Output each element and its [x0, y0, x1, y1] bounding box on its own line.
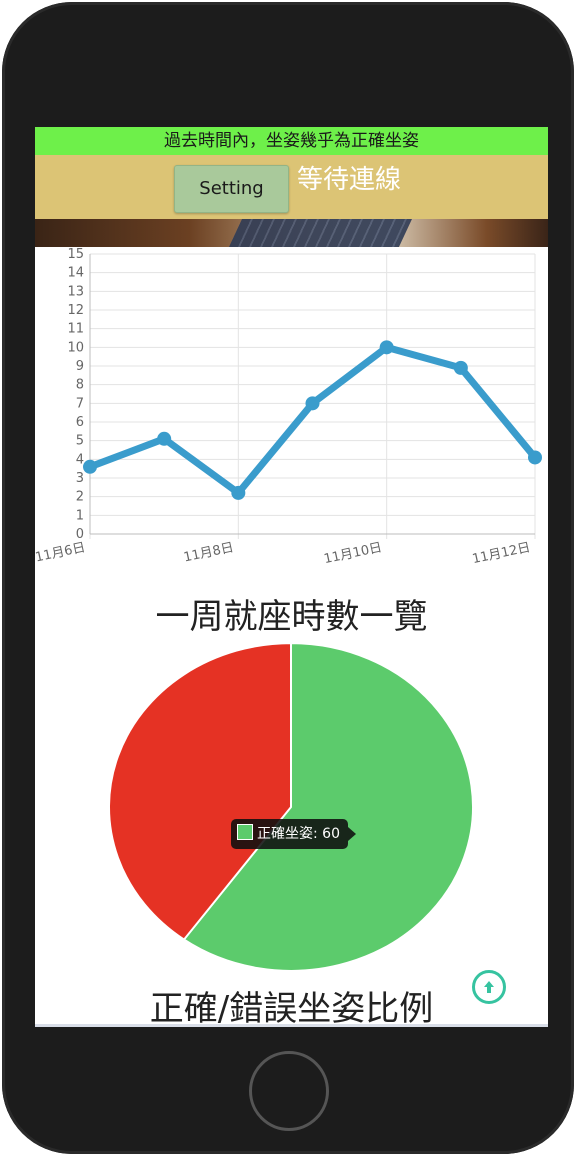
data-point[interactable]: [83, 459, 97, 474]
laptop-keyboard-image: [228, 219, 412, 247]
y-tick-label: 4: [76, 452, 84, 467]
y-tick-label: 12: [67, 303, 84, 318]
data-point[interactable]: [305, 396, 320, 411]
data-point[interactable]: [528, 450, 542, 465]
setting-button[interactable]: Setting: [174, 165, 289, 213]
line-chart: 012345678910111213141511月6日 11月8日 11月10日 11…: [35, 247, 542, 567]
y-tick-label: 7: [76, 396, 84, 411]
header-photo: [35, 219, 548, 247]
arrow-up-circle-icon: [484, 981, 494, 993]
scroll-to-top-button[interactable]: [472, 970, 506, 1004]
data-point[interactable]: [231, 485, 246, 500]
y-tick-label: 10: [67, 340, 84, 355]
series-line: [86, 343, 539, 497]
data-point[interactable]: [453, 360, 468, 375]
tooltip-text: 正確坐姿: 60: [257, 826, 340, 842]
y-tick-label: 5: [76, 434, 84, 449]
header-bar: Setting 等待連線: [35, 155, 548, 219]
x-tick-label: 11月12日: [471, 540, 532, 567]
y-tick-label: 1: [76, 508, 84, 523]
x-tick-label: 11月6日: [35, 540, 87, 565]
y-tick-label: 6: [76, 415, 84, 430]
app-screen: 過去時間內，坐姿幾乎為正確坐姿 Setting 等待連線 01234567891…: [35, 127, 548, 1027]
data-point[interactable]: [157, 431, 172, 446]
y-tick-label: 3: [76, 471, 84, 486]
home-button[interactable]: [249, 1051, 329, 1131]
tooltip-swatch: [237, 824, 253, 840]
data-point[interactable]: [379, 340, 394, 355]
x-tick-label: 11月10日: [323, 540, 384, 567]
bottom-divider: [35, 1024, 548, 1027]
pie-chart: [108, 642, 474, 972]
status-banner: 過去時間內，坐姿幾乎為正確坐姿: [35, 127, 548, 155]
y-tick-label: 2: [76, 490, 84, 505]
x-tick-label: 11月8日: [182, 540, 235, 565]
line-chart-title: 一周就座時數一覽: [155, 597, 428, 637]
y-tick-label: 13: [67, 284, 84, 299]
pie-tooltip: 正確坐姿: 60: [231, 819, 356, 849]
connection-status: 等待連線: [297, 165, 402, 195]
y-tick-label: 14: [67, 266, 84, 281]
y-tick-label: 15: [67, 247, 84, 262]
y-tick-label: 8: [76, 378, 84, 393]
y-tick-label: 11: [67, 322, 84, 337]
y-tick-label: 9: [76, 359, 84, 374]
